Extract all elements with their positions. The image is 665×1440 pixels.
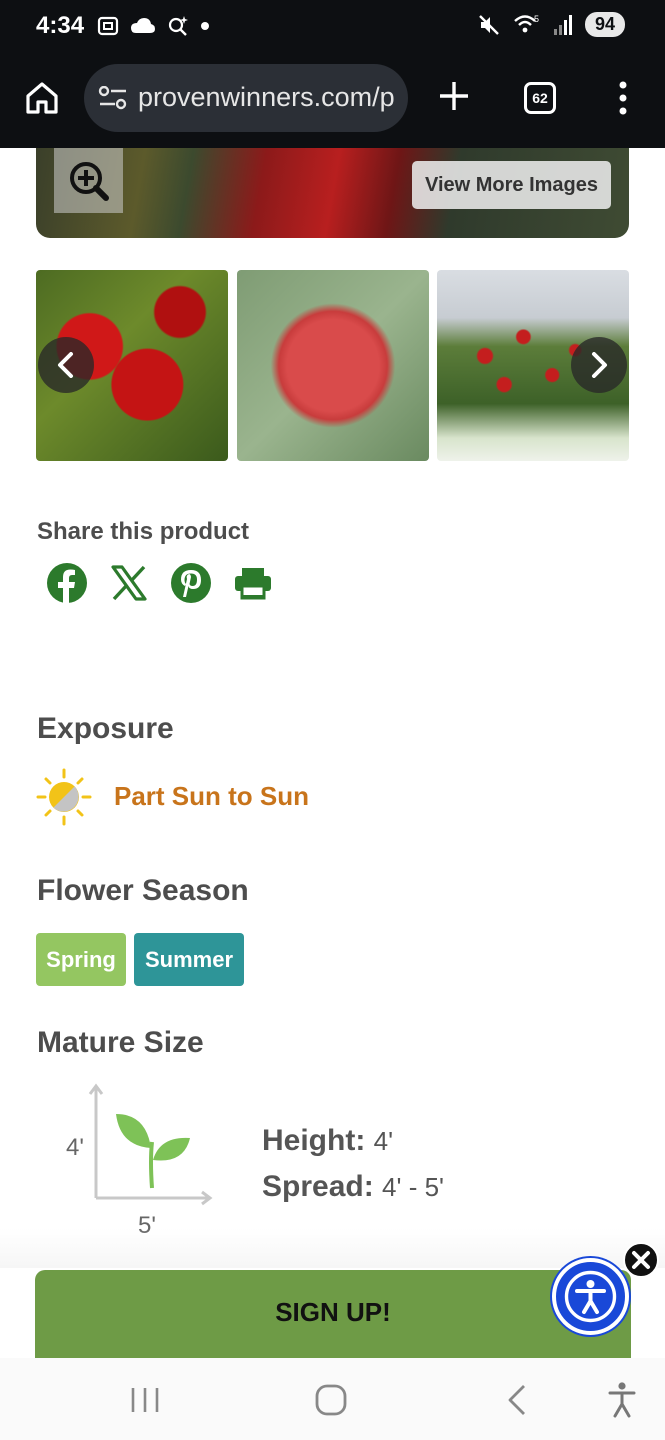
share-title: Share this product	[37, 518, 250, 545]
status-bar: 4:34 5 94	[0, 0, 665, 54]
mature-size-title: Mature Size	[37, 1026, 204, 1059]
print-icon[interactable]	[232, 562, 274, 604]
carousel-next-button[interactable]	[571, 337, 627, 393]
height-label: Height:	[262, 1124, 366, 1157]
status-time: 4:34	[36, 12, 85, 39]
battery-indicator: 94	[585, 12, 625, 37]
pinterest-icon[interactable]	[170, 562, 212, 604]
part-sun-icon	[36, 768, 92, 826]
accessibility-button[interactable]	[552, 1258, 629, 1335]
close-icon	[632, 1251, 650, 1269]
mute-icon	[479, 14, 499, 35]
carousel-prev-button[interactable]	[38, 337, 94, 393]
browser-toolbar: provenwinners.com/p 62	[0, 54, 665, 148]
system-nav-bar	[0, 1358, 665, 1440]
gallery-thumbnail-2[interactable]	[237, 270, 429, 461]
diagram-height-label: 4'	[66, 1134, 84, 1161]
chevron-right-icon	[592, 352, 607, 378]
spread-row: Spread: 4' - 5'	[262, 1170, 444, 1204]
season-tag-summer: Summer	[134, 933, 244, 986]
url-text[interactable]: provenwinners.com/p	[138, 82, 395, 113]
status-notification-icons	[96, 14, 210, 38]
accessibility-nav-icon[interactable]	[604, 1380, 640, 1420]
new-tab-icon[interactable]	[436, 78, 472, 114]
facebook-icon[interactable]	[46, 562, 88, 604]
close-signup-button[interactable]	[623, 1242, 659, 1278]
status-system-icons: 5 94	[477, 12, 625, 37]
site-settings-icon[interactable]	[98, 86, 128, 110]
accessibility-icon	[564, 1270, 617, 1323]
share-icons	[46, 562, 274, 604]
signup-button[interactable]: SIGN UP!	[35, 1270, 631, 1360]
view-more-images-button[interactable]: View More Images	[412, 161, 611, 209]
home-nav-icon[interactable]	[313, 1380, 349, 1420]
wifi-icon: 5	[514, 14, 539, 32]
home-icon[interactable]	[24, 80, 60, 116]
chevron-left-icon	[58, 352, 73, 378]
zoom-in-icon	[70, 162, 109, 201]
back-icon[interactable]	[500, 1380, 534, 1420]
sparkle-search-icon	[168, 16, 188, 36]
more-menu-icon[interactable]	[614, 80, 632, 116]
height-row: Height: 4'	[262, 1124, 393, 1158]
height-value: 4'	[373, 1126, 394, 1156]
cloud-icon	[131, 18, 155, 33]
x-icon[interactable]	[108, 562, 150, 604]
spread-label: Spread:	[262, 1170, 374, 1203]
exposure-value: Part Sun to Sun	[114, 781, 309, 811]
spread-value: 4' - 5'	[382, 1172, 444, 1202]
recent-apps-icon[interactable]	[128, 1380, 162, 1420]
screenshot-icon	[97, 16, 119, 36]
url-bar[interactable]: provenwinners.com/p	[84, 64, 408, 132]
flower-season-title: Flower Season	[37, 874, 249, 907]
tab-switcher-button[interactable]: 62	[524, 82, 556, 114]
dot-icon	[201, 22, 209, 30]
signal-icon	[554, 14, 572, 35]
zoom-button[interactable]	[54, 148, 123, 213]
svg-text:5: 5	[534, 14, 539, 24]
season-tag-spring: Spring	[36, 933, 126, 986]
exposure-title: Exposure	[37, 712, 174, 745]
